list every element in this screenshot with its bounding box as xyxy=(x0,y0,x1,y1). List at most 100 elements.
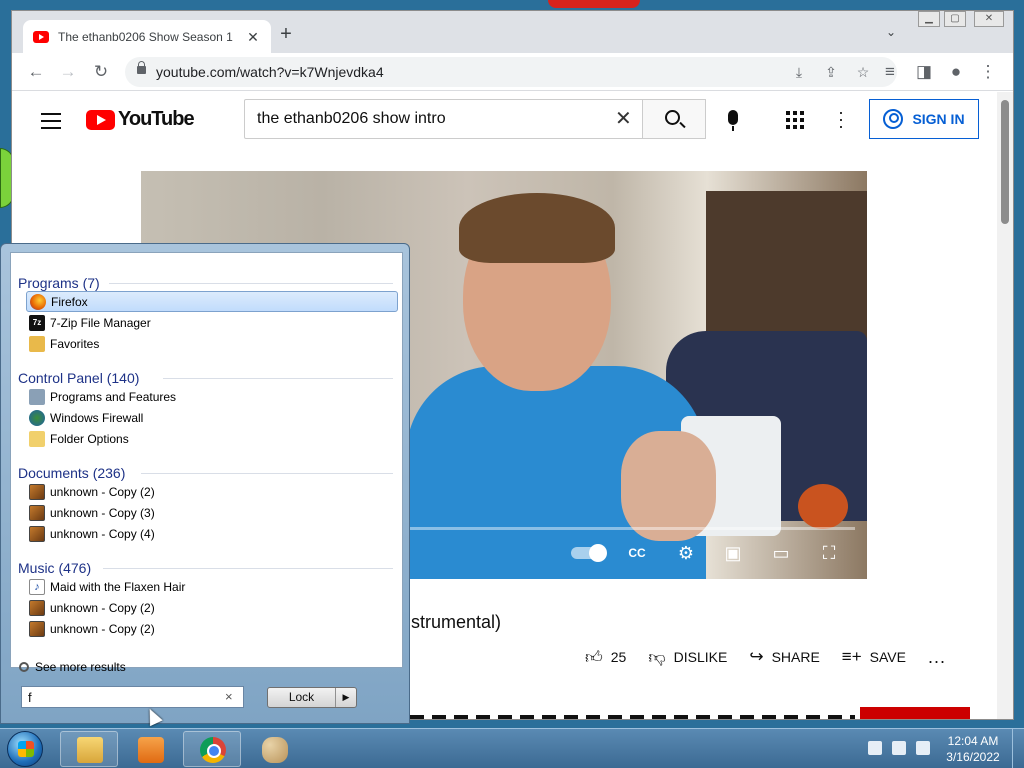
results-group-heading[interactable]: Programs (7) xyxy=(18,275,100,291)
result-item[interactable]: unknown - Copy (2) xyxy=(26,618,398,639)
save-button[interactable]: ≡+ SAVE xyxy=(842,647,906,667)
taskbar-app-media[interactable] xyxy=(121,731,179,767)
desktop-decoration xyxy=(548,0,640,8)
taskbar-app-explorer[interactable] xyxy=(60,731,118,767)
microphone-icon[interactable] xyxy=(728,110,738,131)
music-file-icon: ♪ xyxy=(29,578,45,595)
share-label: SHARE xyxy=(771,649,820,665)
captions-icon[interactable]: CC xyxy=(625,543,649,563)
image-file-icon xyxy=(29,504,45,521)
result-item-label: unknown - Copy (2) xyxy=(50,621,155,636)
image-file-icon xyxy=(29,620,45,637)
media-control-icon[interactable]: ≡ xyxy=(878,61,902,83)
result-item[interactable]: unknown - Copy (2) xyxy=(26,481,398,502)
result-item-label: unknown - Copy (4) xyxy=(50,526,155,541)
result-item[interactable]: Programs and Features xyxy=(26,386,398,407)
bookmark-star-icon[interactable]: ☆ xyxy=(853,62,873,82)
taskbar: 12:04 AM 3/16/2022 xyxy=(0,728,1024,768)
video-title: nstrumental) xyxy=(401,612,502,632)
new-tab-button[interactable]: + xyxy=(275,24,297,46)
result-item[interactable]: Firefox xyxy=(26,291,398,312)
result-item[interactable]: unknown - Copy (2) xyxy=(26,597,398,618)
taskbar-app-chrome[interactable] xyxy=(183,731,241,767)
minimize-button[interactable]: ▁ xyxy=(918,11,940,27)
settings-menu-icon[interactable]: · · · xyxy=(838,103,844,135)
address-bar[interactable]: youtube.com/watch?v=k7Wnjevdka4 ⤓ ⇪ ☆ xyxy=(125,57,897,87)
result-item-label: unknown - Copy (3) xyxy=(50,505,155,520)
more-actions-icon[interactable]: ... xyxy=(928,647,946,668)
autoplay-toggle[interactable] xyxy=(571,544,607,562)
result-item[interactable]: unknown - Copy (4) xyxy=(26,523,398,544)
favorites-icon xyxy=(29,335,45,352)
result-item-label: Maid with the Flaxen Hair xyxy=(50,579,186,594)
clock[interactable]: 12:04 AM 3/16/2022 xyxy=(942,733,1004,765)
search-input[interactable]: the ethanb0206 show intro ✕ xyxy=(244,99,643,139)
youtube-favicon-icon xyxy=(33,31,49,43)
add-to-playlist-icon: ≡+ xyxy=(841,647,862,666)
sign-in-button[interactable]: SIGN IN xyxy=(869,99,979,139)
scrollbar-thumb[interactable] xyxy=(1001,100,1009,224)
youtube-logo-text: YouTube xyxy=(118,108,195,130)
search-button[interactable] xyxy=(642,99,706,139)
lock-button[interactable]: Lock ▶ xyxy=(267,687,357,708)
account-icon xyxy=(883,109,904,129)
fullscreen-icon[interactable]: ⛶ xyxy=(817,543,841,563)
install-app-icon[interactable]: ⤓ xyxy=(789,62,809,82)
video-actions: 👍︎ 25 👎︎ DISLIKE ↪ SHARE ≡+ SAVE ... xyxy=(585,646,946,668)
browser-tab[interactable]: The ethanb0206 Show Season 1 ✕ xyxy=(23,20,271,54)
video-frame-basketball xyxy=(798,484,848,529)
miniplayer-icon[interactable]: ▣ xyxy=(721,543,745,563)
system-tray xyxy=(868,741,930,755)
sign-in-label: SIGN IN xyxy=(912,111,965,127)
see-more-results-link[interactable]: See more results xyxy=(19,660,126,674)
page-scrollbar[interactable] xyxy=(997,92,1013,719)
clear-search-icon[interactable]: × xyxy=(225,689,233,704)
dislike-button[interactable]: 👎︎ DISLIKE xyxy=(648,647,727,668)
network-icon[interactable] xyxy=(892,741,906,755)
result-item[interactable]: 7z 7-Zip File Manager xyxy=(26,312,398,333)
share-page-icon[interactable]: ⇪ xyxy=(821,62,841,82)
results-group-heading[interactable]: Music (476) xyxy=(18,560,91,576)
power-options-arrow-icon[interactable]: ▶ xyxy=(336,688,356,707)
forward-icon[interactable]: → xyxy=(56,61,80,83)
dislike-label: DISLIKE xyxy=(673,649,728,665)
youtube-play-icon xyxy=(86,109,115,130)
back-icon[interactable]: ← xyxy=(24,61,48,83)
apps-grid-icon[interactable] xyxy=(786,111,804,129)
result-item[interactable]: unknown - Copy (3) xyxy=(26,502,398,523)
start-button[interactable] xyxy=(7,731,43,767)
taskbar-app-paint[interactable] xyxy=(245,731,303,767)
subscribe-button[interactable]: SUBSCRIBE xyxy=(860,707,970,719)
channel-banner-strip xyxy=(410,715,855,719)
result-item-label: Windows Firewall xyxy=(50,410,144,425)
result-item[interactable]: Folder Options xyxy=(26,428,398,449)
result-item-label: Favorites xyxy=(50,336,100,351)
tab-title: The ethanb0206 Show Season 1 xyxy=(58,30,233,44)
thumbs-down-icon: 👎︎ xyxy=(648,647,666,667)
like-button[interactable]: 👍︎ 25 xyxy=(585,647,626,668)
close-window-button[interactable]: ✕ xyxy=(974,11,1004,27)
share-button[interactable]: ↪ SHARE xyxy=(749,647,819,667)
profile-icon[interactable]: ● xyxy=(944,61,968,83)
tab-search-chevron-icon[interactable]: ⌄ xyxy=(886,25,896,39)
side-panel-icon[interactable]: ◨ xyxy=(912,61,936,83)
volume-icon[interactable] xyxy=(916,741,930,755)
chrome-menu-icon[interactable]: ⋮ xyxy=(976,61,1000,83)
reload-icon[interactable]: ↻ xyxy=(89,61,113,83)
theater-mode-icon[interactable]: ▭ xyxy=(769,543,793,563)
show-desktop-button[interactable] xyxy=(1012,729,1024,768)
hamburger-menu-icon[interactable] xyxy=(41,113,61,129)
maximize-button[interactable]: ▢ xyxy=(944,11,966,27)
result-item[interactable]: ♪ Maid with the Flaxen Hair xyxy=(26,576,398,597)
clock-date: 3/16/2022 xyxy=(946,750,1000,764)
start-search-input[interactable]: f xyxy=(21,686,244,708)
youtube-logo[interactable]: YouTube xyxy=(86,108,195,131)
settings-gear-icon[interactable]: ⚙ xyxy=(674,543,698,563)
result-item[interactable]: Favorites xyxy=(26,333,398,354)
results-group-heading[interactable]: Control Panel (140) xyxy=(18,370,139,386)
clear-search-icon[interactable]: ✕ xyxy=(615,106,632,131)
tab-close-icon[interactable]: ✕ xyxy=(245,29,261,46)
results-group-heading[interactable]: Documents (236) xyxy=(18,465,125,481)
result-item[interactable]: Windows Firewall xyxy=(26,407,398,428)
action-center-icon[interactable] xyxy=(868,741,882,755)
